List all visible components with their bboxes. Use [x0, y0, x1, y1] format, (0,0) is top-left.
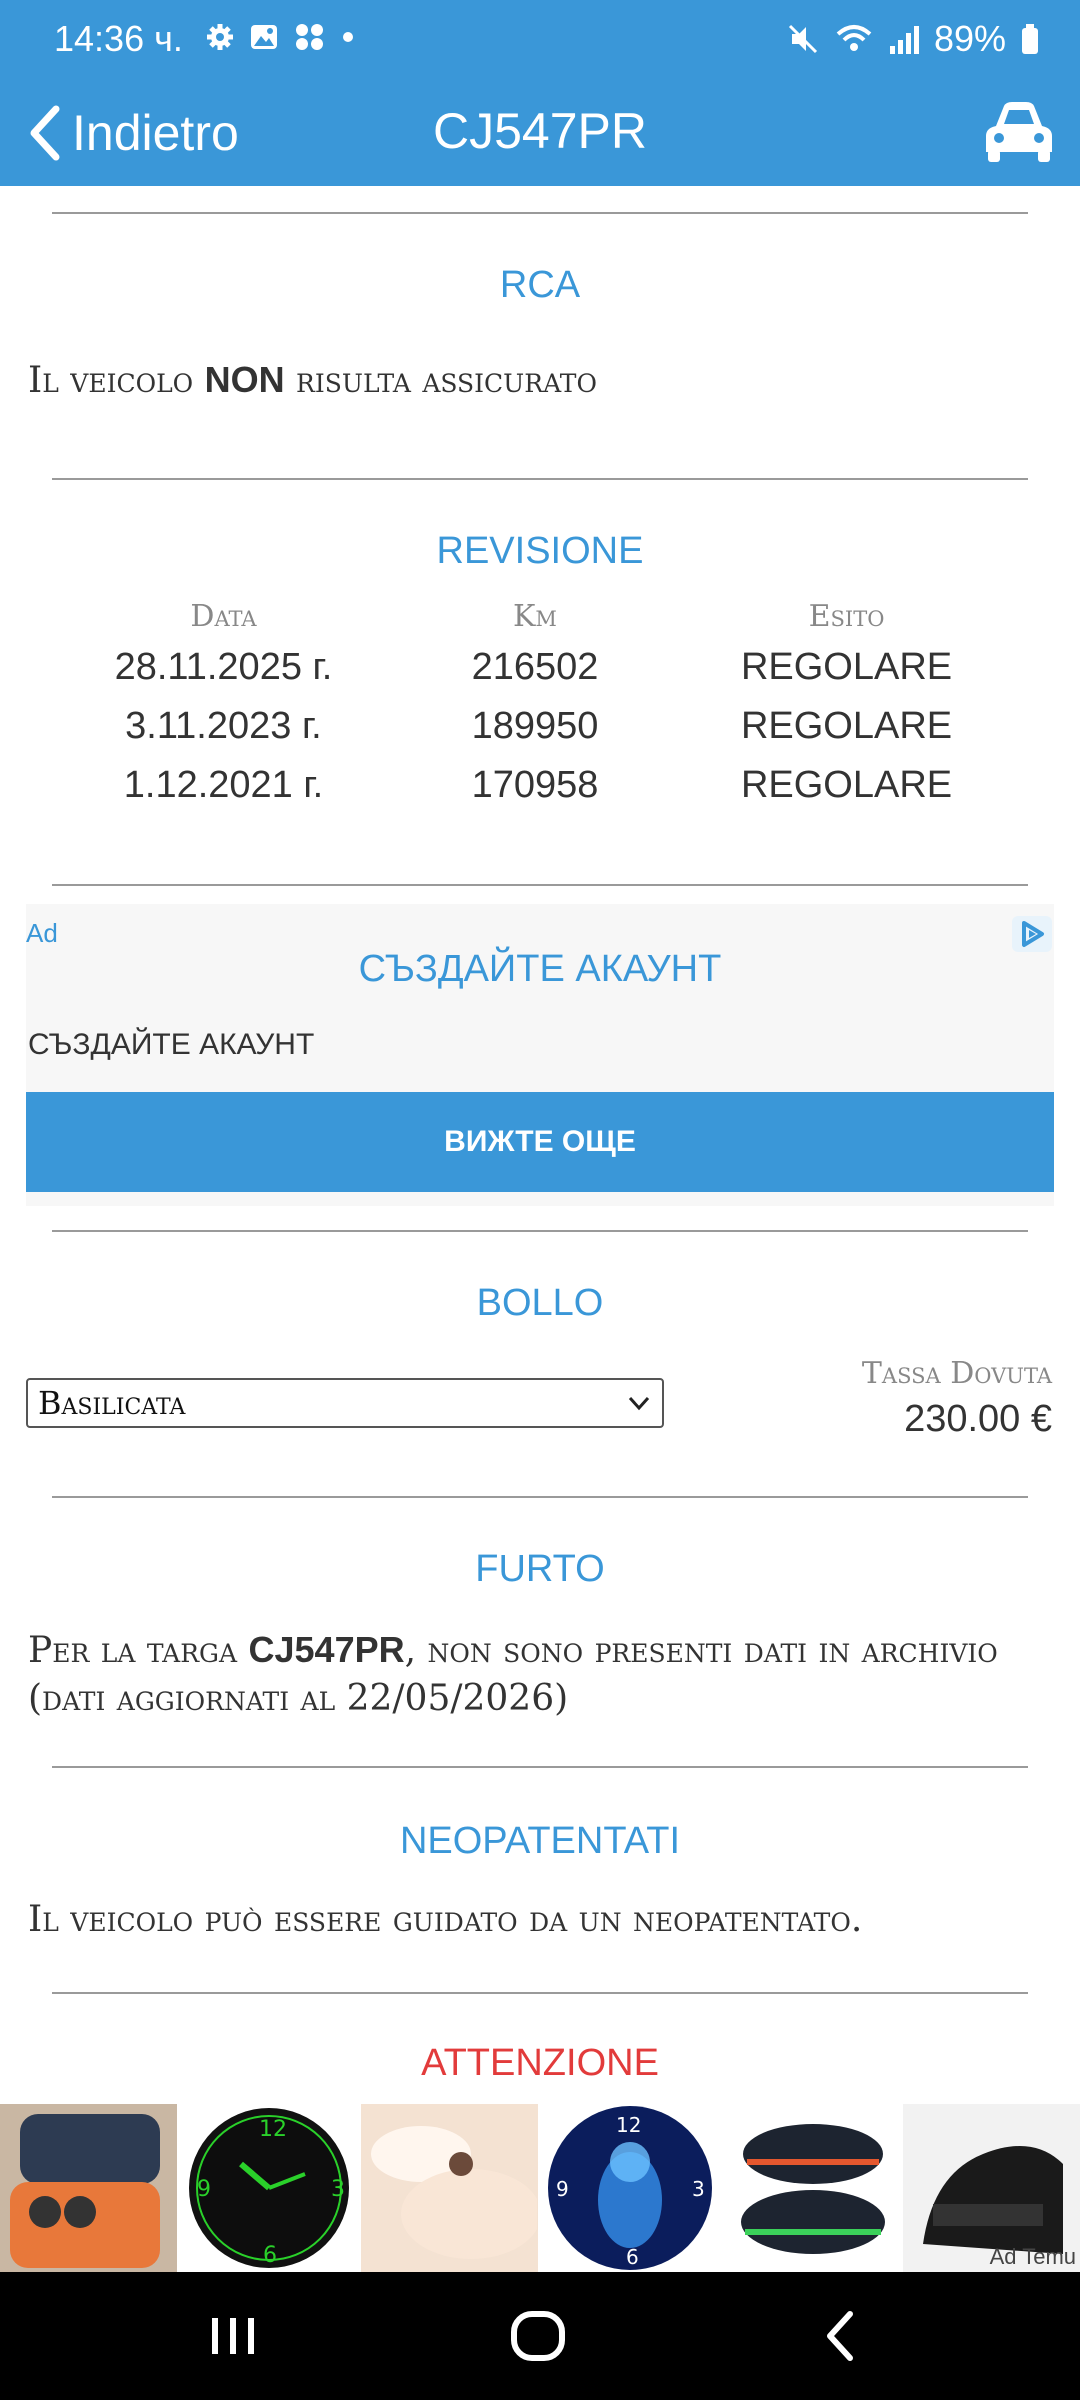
- svg-text:3: 3: [331, 2177, 345, 2202]
- rca-status-text: Il veicolo NON risulta assicurato: [28, 356, 1058, 405]
- cell-date: 3.11.2023 г.: [125, 705, 322, 747]
- ad-title: СЪЗДАЙТЕ АКАУНТ: [358, 948, 722, 990]
- cell-km: 216502: [471, 646, 599, 688]
- status-left-icons: [205, 22, 355, 52]
- rca-text-after: risulta assicurato: [284, 360, 597, 401]
- tax-label: Tassa Dovuta: [861, 1356, 1052, 1391]
- furto-plate: CJ547PR: [248, 1629, 405, 1670]
- cell-date: 28.11.2025 г.: [114, 646, 333, 688]
- divider: [52, 1766, 1028, 1768]
- bedding-image[interactable]: [361, 2104, 539, 2272]
- dot-icon: [343, 32, 353, 42]
- cell-km: 170958: [471, 764, 599, 806]
- adchoices-icon[interactable]: [1012, 916, 1052, 952]
- bollo-title: BOLLO: [476, 1282, 604, 1324]
- rca-title: RCA: [499, 264, 581, 306]
- neopatentati-title: NEOPATENTATI: [399, 1820, 681, 1862]
- home-icon[interactable]: [506, 2306, 570, 2366]
- back-nav-icon[interactable]: [818, 2306, 862, 2366]
- svg-text:9: 9: [197, 2177, 211, 2202]
- table-row: 3.11.2023 г. 189950 REGOLARE: [70, 697, 1000, 756]
- status-time: 14:36 ч.: [54, 18, 183, 59]
- cell-result: REGOLARE: [740, 705, 953, 747]
- furto-text-before: Per la targa: [28, 1630, 249, 1671]
- table-row: 1.12.2021 г. 170958 REGOLARE: [70, 756, 1000, 815]
- divider: [52, 478, 1028, 480]
- header-data: Data: [190, 598, 257, 634]
- car-icon[interactable]: [982, 96, 1056, 166]
- cell-date: 1.12.2021 г.: [123, 764, 324, 806]
- settings-icon: [207, 24, 233, 50]
- attenzione-title: ATTENZIONE: [421, 2042, 659, 2084]
- status-bar: 14:36 ч. 89%: [0, 0, 1080, 80]
- signal-icon: [889, 26, 919, 54]
- rca-text-bold: NON: [204, 359, 285, 400]
- cell-km: 189950: [471, 705, 599, 747]
- ad-subtitle: СЪЗДАЙТЕ АКАУНТ: [28, 1028, 315, 1061]
- phone-case-image[interactable]: [0, 2104, 177, 2272]
- wifi-icon: [836, 25, 872, 51]
- chevron-down-icon: [628, 1396, 650, 1411]
- furto-text: Per la targa CJ547PR, non sono presenti …: [28, 1626, 1058, 1723]
- battery-icon: [1022, 24, 1038, 54]
- ad-banner[interactable]: Ad СЪЗДАЙТЕ АКАУНТ СЪЗДАЙТЕ АКАУНТ ВИЖТЕ…: [26, 904, 1054, 1206]
- divider: [52, 1230, 1028, 1232]
- sandal-image[interactable]: Ad Temu: [903, 2104, 1080, 2272]
- cell-result: REGOLARE: [740, 646, 953, 688]
- glow-clock-image[interactable]: 12 3 6 9: [180, 2104, 358, 2272]
- status-right-icons: 89%: [786, 18, 1040, 60]
- region-select[interactable]: Basilicata: [26, 1378, 664, 1428]
- mute-icon: [788, 24, 817, 54]
- tax-value: 230.00 €: [904, 1398, 1052, 1440]
- gallery-icon: [251, 25, 277, 49]
- svg-text:6: 6: [626, 2245, 639, 2269]
- apps-icon: [296, 24, 323, 50]
- recent-apps-icon[interactable]: [206, 2306, 262, 2366]
- divider: [52, 212, 1028, 214]
- header-esito: Esito: [808, 598, 885, 634]
- revisione-title: REVISIONE: [436, 530, 644, 572]
- furto-title: FURTO: [475, 1548, 605, 1590]
- ad-label: Ad: [26, 918, 58, 948]
- divider: [52, 1992, 1028, 1994]
- svg-text:12: 12: [259, 2117, 287, 2142]
- cell-result: REGOLARE: [740, 764, 953, 806]
- svg-text:9: 9: [556, 2177, 569, 2201]
- bottom-ad-strip[interactable]: 12 3 6 9 12 3 6 9 Ad Temu: [0, 2104, 1080, 2272]
- revisione-table: Data Km Esito 28.11.2025 г. 216502 REGOL…: [70, 594, 1000, 815]
- app-bar: Indietro CJ547PR: [0, 80, 1080, 186]
- ad-cta-button[interactable]: ВИЖТЕ ОЩЕ: [26, 1092, 1054, 1192]
- table-row: 28.11.2025 г. 216502 REGOLARE: [70, 638, 1000, 697]
- divider: [52, 884, 1028, 886]
- slippers-image[interactable]: [722, 2104, 900, 2272]
- svg-text:12: 12: [616, 2113, 641, 2137]
- page-title: CJ547PR: [433, 103, 647, 159]
- svg-text:6: 6: [263, 2243, 277, 2268]
- rca-text-before: Il veicolo: [28, 360, 205, 401]
- divider: [52, 1496, 1028, 1498]
- region-select-value: Basilicata: [38, 1384, 186, 1422]
- svg-text:3: 3: [692, 2177, 705, 2201]
- ad-temu-label: Ad Temu: [989, 2244, 1077, 2269]
- neopatentati-text: Il veicolo può essere guidato da un neop…: [28, 1899, 863, 1940]
- cat-clock-image[interactable]: 12 3 6 9: [542, 2104, 719, 2272]
- header-km: Km: [513, 598, 557, 634]
- battery-percent: 89%: [933, 18, 1006, 59]
- table-header-row: Data Km Esito: [70, 594, 1000, 638]
- system-nav-bar: [0, 2272, 1080, 2400]
